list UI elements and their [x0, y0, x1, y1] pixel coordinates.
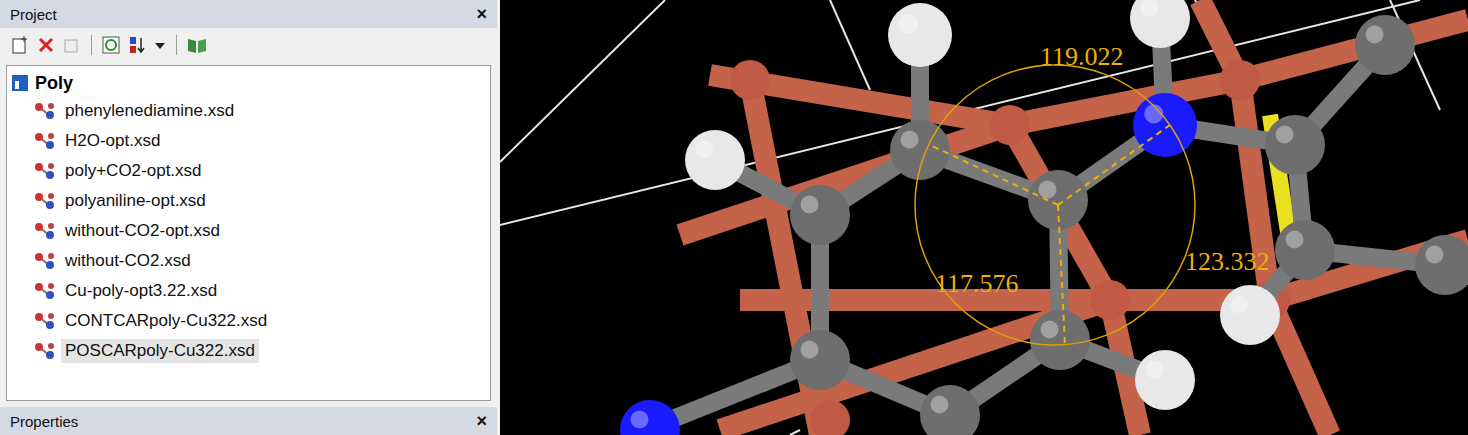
- cell-edge: [830, 0, 870, 90]
- tree-item[interactable]: CONTCARpoly-Cu322.xsd: [7, 306, 490, 336]
- cu-bond: [1010, 80, 1240, 125]
- tree-root[interactable]: Poly: [7, 70, 490, 96]
- molecule-icon: [33, 161, 57, 181]
- tree-item[interactable]: without-CO2.xsd: [7, 246, 490, 276]
- atom[interactable]: [685, 130, 745, 190]
- atom-highlight: [901, 131, 919, 149]
- cell-edge: [500, 0, 665, 162]
- atom[interactable]: [1030, 310, 1090, 370]
- materials-studio: Project × Poly phenylenediamine.xsd H2O-…: [0, 0, 1468, 435]
- dropdown-icon[interactable]: [153, 35, 167, 55]
- molecule-icon: [33, 341, 57, 361]
- angle-label: 123.332: [1185, 247, 1270, 276]
- atom[interactable]: [1135, 350, 1195, 410]
- molecule-icon: [33, 311, 57, 331]
- new-document-icon[interactable]: [10, 35, 30, 55]
- molecule-view[interactable]: 119.022 117.576 123.332: [500, 0, 1468, 435]
- atom[interactable]: [1355, 15, 1415, 75]
- atom-highlight: [931, 396, 949, 414]
- project-header: Project ×: [0, 0, 497, 28]
- atom-highlight: [1426, 246, 1444, 264]
- project-title: Project: [10, 6, 57, 23]
- project-icon: [11, 74, 29, 92]
- atom-highlight: [1039, 181, 1057, 199]
- angle-arc: [915, 65, 1195, 345]
- tree-item[interactable]: without-CO2-opt.xsd: [7, 216, 490, 246]
- atom[interactable]: [1415, 235, 1468, 295]
- atom-highlight: [801, 196, 819, 214]
- cu-atom[interactable]: [1220, 60, 1260, 100]
- properties-title: Properties: [10, 413, 78, 430]
- cu-atom[interactable]: [810, 400, 850, 435]
- atom[interactable]: [790, 330, 850, 390]
- atom[interactable]: [790, 185, 850, 245]
- cu-atom[interactable]: [1090, 280, 1130, 320]
- project-tree: Poly phenylenediamine.xsd H2O-opt.xsd po…: [6, 65, 491, 401]
- molecule-icon: [33, 101, 57, 121]
- atom[interactable]: [1275, 220, 1335, 280]
- book-icon[interactable]: [186, 35, 208, 55]
- refresh-icon[interactable]: [101, 35, 121, 55]
- atom-highlight: [1276, 126, 1294, 144]
- angle-label: 117.576: [935, 269, 1019, 298]
- angle-lines: [930, 125, 1170, 345]
- cell-edge: [790, 430, 800, 435]
- properties-header: Properties ×: [0, 407, 497, 435]
- atom-highlight: [899, 14, 918, 33]
- angle-label: 119.022: [1040, 42, 1124, 71]
- atom[interactable]: [888, 3, 952, 67]
- atom-highlight: [1366, 26, 1384, 44]
- molecule-icon: [33, 221, 57, 241]
- 3d-viewport[interactable]: 119.022 117.576 123.332: [500, 0, 1468, 435]
- atom[interactable]: [1130, 0, 1190, 48]
- project-panel: Project × Poly phenylenediamine.xsd H2O-…: [0, 0, 497, 435]
- atom-highlight: [801, 341, 819, 359]
- atom[interactable]: [620, 400, 680, 435]
- tree-item[interactable]: H2O-opt.xsd: [7, 126, 490, 156]
- atom-highlight: [1146, 361, 1164, 379]
- molecule-icon: [33, 191, 57, 211]
- atom[interactable]: [1265, 115, 1325, 175]
- molecule-icon: [33, 281, 57, 301]
- sort-icon[interactable]: [127, 35, 147, 55]
- atom-highlight: [1231, 296, 1249, 314]
- atom[interactable]: [1133, 93, 1197, 157]
- properties-close-button[interactable]: ×: [476, 411, 487, 432]
- tree-item[interactable]: Cu-poly-opt3.22.xsd: [7, 276, 490, 306]
- atom[interactable]: [920, 385, 980, 435]
- toolbar: [0, 28, 497, 62]
- tree-item[interactable]: POSCARpoly-Cu322.xsd: [7, 336, 490, 366]
- tree-item[interactable]: phenylenediamine.xsd: [7, 96, 490, 126]
- molecule-icon: [33, 251, 57, 271]
- molecule-icon: [33, 131, 57, 151]
- tree-item[interactable]: polyaniline-opt.xsd: [7, 186, 490, 216]
- cu-atom[interactable]: [990, 105, 1030, 145]
- atom-highlight: [1141, 0, 1159, 17]
- atom-highlight: [1041, 321, 1059, 339]
- atom-highlight: [1286, 231, 1304, 249]
- tree-item[interactable]: poly+CO2-opt.xsd: [7, 156, 490, 186]
- delete-icon[interactable]: [36, 35, 56, 55]
- atom[interactable]: [1220, 285, 1280, 345]
- cu-atom[interactable]: [730, 60, 770, 100]
- atom-highlight: [631, 411, 649, 429]
- atom-highlight: [696, 141, 714, 159]
- atom[interactable]: [890, 120, 950, 180]
- new-folder-icon[interactable]: [62, 35, 82, 55]
- project-close-button[interactable]: ×: [476, 4, 487, 25]
- cu-bond: [720, 300, 1110, 430]
